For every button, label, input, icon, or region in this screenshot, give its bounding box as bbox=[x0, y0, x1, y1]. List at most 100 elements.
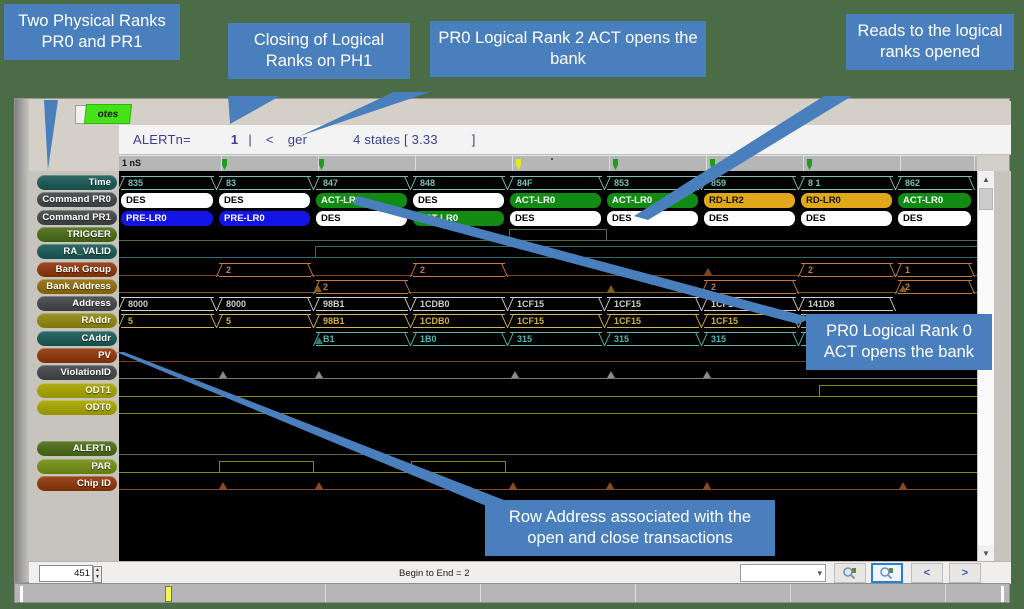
scrollbar-thumb[interactable] bbox=[979, 188, 993, 210]
waveform-bus-text: 8000 bbox=[226, 299, 247, 310]
waveform-bus-cell[interactable]: 5 bbox=[119, 314, 218, 329]
begin-to-end-label: Begin to End = 2 bbox=[399, 567, 470, 579]
signal-label-chip-id[interactable]: Chip ID bbox=[37, 475, 117, 491]
signal-rising-edge bbox=[819, 384, 977, 397]
waveform-bus-text: 315 bbox=[614, 333, 630, 344]
signal-label-bank-group[interactable]: Bank Group bbox=[37, 261, 117, 277]
waveform-bus-text: 848 bbox=[420, 178, 436, 188]
waveform-value-cell[interactable]: DES bbox=[121, 193, 213, 209]
waveform-bus-cell[interactable]: 862 bbox=[894, 176, 976, 190]
signal-label-text: Bank Address bbox=[46, 280, 111, 292]
waveform-bus-text: 98B1 bbox=[323, 316, 345, 327]
state-count-stepper[interactable]: 451 ▲ ▼ bbox=[39, 564, 102, 583]
signal-label-command-pr1[interactable]: Command PR1 bbox=[37, 209, 117, 225]
waveform-bus-cell[interactable]: 2 bbox=[894, 279, 976, 294]
waveform-bus-cell[interactable]: 8000 bbox=[215, 297, 315, 312]
ruler-marker[interactable] bbox=[222, 159, 227, 170]
waveform-bus-cell[interactable]: 835 bbox=[119, 176, 218, 190]
search-combo[interactable]: ▾ bbox=[740, 564, 826, 582]
signal-label-odt1[interactable]: ODT1 bbox=[37, 382, 117, 398]
infobar-divider: | bbox=[248, 132, 252, 147]
waveform-value-cell[interactable]: PRE-LR0 bbox=[121, 210, 213, 226]
scroll-up-icon[interactable]: ▲ bbox=[978, 171, 994, 187]
waveform-bus-text: 8000 bbox=[128, 299, 149, 310]
signal-label-text: PAR bbox=[91, 460, 111, 472]
waveform-bus-cell[interactable]: 2 bbox=[797, 262, 897, 277]
ruler-dot bbox=[551, 158, 553, 160]
signal-label-bank-address[interactable]: Bank Address bbox=[37, 278, 117, 294]
signal-label-time[interactable]: Time bbox=[37, 175, 117, 190]
waveform-value-cell[interactable]: DES bbox=[219, 193, 310, 209]
stepper-arrows-icon[interactable]: ▲ ▼ bbox=[93, 565, 102, 583]
signal-label-par[interactable]: PAR bbox=[37, 458, 117, 474]
find-next-button[interactable] bbox=[871, 563, 903, 583]
signal-label-pv[interactable]: PV bbox=[37, 348, 117, 363]
waveform-bus-cell[interactable]: 315 bbox=[506, 331, 606, 346]
ruler-tick bbox=[318, 156, 319, 171]
waveform-bus-cell[interactable]: 84F bbox=[506, 176, 606, 190]
waveform-value-cell[interactable]: ACT-LR0 bbox=[898, 193, 971, 209]
waveform-bus-cell[interactable]: 2 bbox=[215, 262, 315, 277]
ruler-marker[interactable] bbox=[613, 159, 618, 170]
callout-row-address: Row Address associated with the open and… bbox=[485, 500, 775, 557]
scroll-down-icon[interactable]: ▼ bbox=[978, 545, 994, 561]
callout-pr0-lr0-act: PR0 Logical Rank 0 ACT opens the bank bbox=[806, 314, 992, 371]
signal-label-command-pr0[interactable]: Command PR0 bbox=[37, 192, 117, 208]
waveform-bus-text: 853 bbox=[614, 178, 630, 188]
signal-label-violationid[interactable]: ViolationID bbox=[37, 365, 117, 381]
waveform-bus-cell[interactable]: 848 bbox=[409, 176, 509, 190]
signal-label-address[interactable]: Address bbox=[37, 296, 117, 312]
waveform-bus-cell[interactable]: 5 bbox=[215, 314, 315, 329]
waveform-bus-cell[interactable]: B1 bbox=[312, 331, 412, 346]
waveform-bus-cell[interactable]: 315 bbox=[603, 331, 703, 346]
signal-label-alertn[interactable]: ALERTn bbox=[37, 441, 117, 457]
waveform-bus-cell[interactable]: 141D8 bbox=[797, 297, 897, 312]
state-count-value: 451 bbox=[74, 567, 90, 579]
infobar-states-suffix: ] bbox=[471, 132, 476, 147]
signal-name-column: Time Command PR0 Command PR1 TRIGGER RA_VALI… bbox=[29, 171, 119, 561]
signal-label-text: ODT0 bbox=[85, 401, 111, 413]
toolbar-notes-button[interactable]: otes bbox=[83, 104, 133, 124]
waveform-bus-text: 2 bbox=[323, 281, 329, 292]
waveform-bus-cell[interactable]: 315 bbox=[700, 331, 800, 346]
waveform-bus-cell[interactable]: 847 bbox=[312, 176, 412, 190]
waveform-bus-text: 83 bbox=[226, 178, 237, 188]
signal-label-text: RAddr bbox=[81, 315, 111, 327]
signal-label-text: CAddr bbox=[81, 332, 111, 344]
signal-label-trigger[interactable]: TRIGGER bbox=[37, 226, 117, 242]
waveform-value-text: ACT-LR0 bbox=[903, 195, 944, 207]
waveform-bus-text: 84F bbox=[517, 178, 533, 188]
signal-label-caddr[interactable]: CAddr bbox=[37, 330, 117, 346]
waveform-bus-cell[interactable]: 83 bbox=[215, 176, 315, 190]
signal-label-ra-valid[interactable]: RA_VALID bbox=[37, 244, 117, 260]
signal-glitch bbox=[703, 371, 711, 379]
waveform-bus-cell[interactable]: 8000 bbox=[119, 297, 218, 312]
waveform-value-cell[interactable]: PRE-LR0 bbox=[219, 210, 310, 226]
waveform-value-text: PRE-LR0 bbox=[224, 212, 265, 224]
prev-button[interactable]: < bbox=[911, 563, 943, 583]
waveform-bus-text: 5 bbox=[128, 316, 134, 327]
next-button[interactable]: > bbox=[949, 563, 981, 583]
ruler-marker[interactable] bbox=[319, 159, 324, 170]
horizontal-overview-strip[interactable] bbox=[14, 583, 1010, 603]
find-prev-button[interactable] bbox=[834, 563, 866, 583]
signal-label-raddr[interactable]: RAddr bbox=[37, 313, 117, 329]
bus-outline bbox=[121, 314, 214, 329]
ruler-marker-selected[interactable] bbox=[516, 159, 521, 170]
signal-label-odt0[interactable]: ODT0 bbox=[37, 399, 117, 415]
waveform-value-text: DES bbox=[903, 212, 923, 224]
ruler-tick bbox=[512, 156, 513, 171]
bus-outline bbox=[219, 314, 311, 329]
waveform-bus-text: 98B1 bbox=[323, 299, 345, 310]
ruler-tick bbox=[609, 156, 610, 171]
callout-leader bbox=[352, 196, 812, 324]
waveform-bus-cell[interactable]: 1B0 bbox=[409, 331, 509, 346]
strip-position-marker[interactable] bbox=[165, 586, 172, 602]
signal-glitch bbox=[606, 481, 614, 489]
waveform-bus-cell[interactable]: 1 bbox=[894, 262, 976, 277]
window-left-gutter bbox=[15, 99, 29, 582]
signal-glitch bbox=[899, 481, 907, 489]
find-prev-icon bbox=[843, 567, 856, 580]
waveform-value-cell[interactable]: DES bbox=[898, 210, 971, 226]
signal-label-text: Address bbox=[72, 298, 111, 310]
